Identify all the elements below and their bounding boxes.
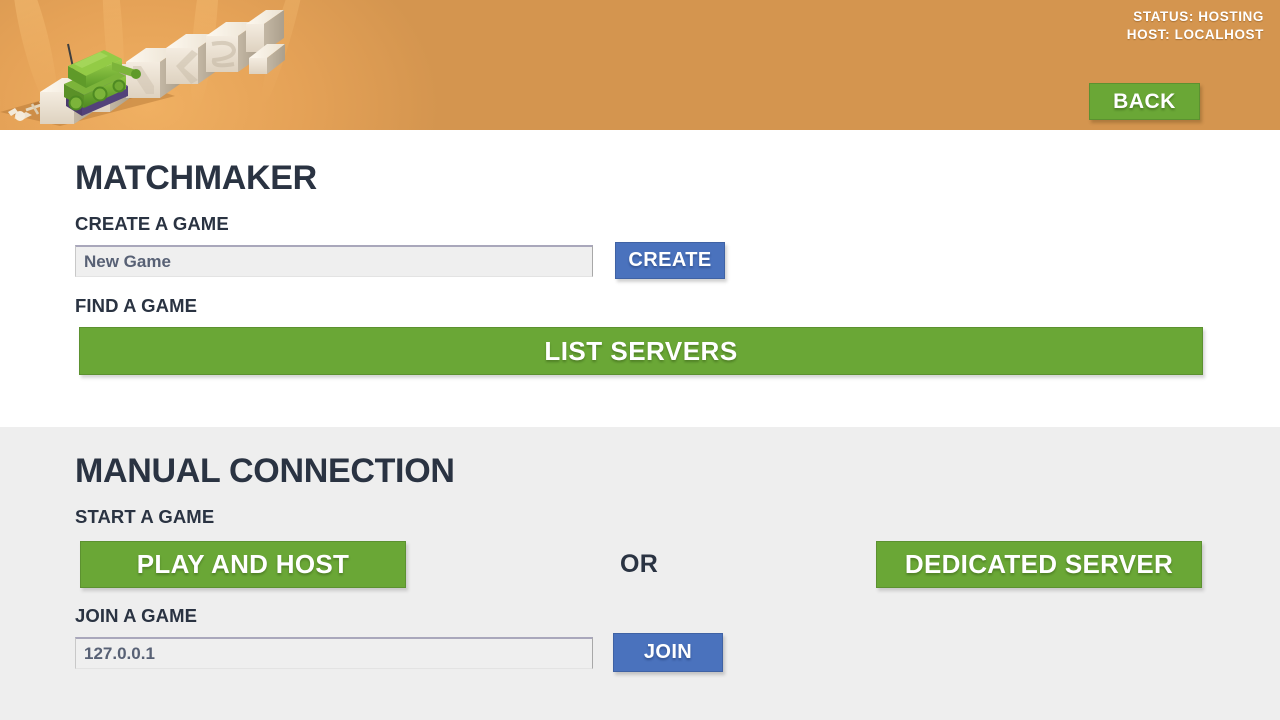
play-and-host-button-label: PLAY AND HOST bbox=[136, 548, 350, 579]
matchmaker-section: MATCHMAKER CREATE A GAME CREATE FIND A G… bbox=[0, 130, 1280, 427]
page-title: MATCHMAKER bbox=[75, 159, 317, 197]
game-name-input[interactable] bbox=[75, 245, 593, 278]
join-game-row: JOIN bbox=[75, 633, 1205, 673]
create-game-row: CREATE bbox=[75, 242, 1205, 280]
back-button-label: BACK bbox=[1113, 89, 1176, 113]
create-button-label: CREATE bbox=[628, 249, 712, 272]
status-line-status: STATUS: HOSTING bbox=[1133, 9, 1264, 24]
manual-connection-title: MANUAL CONNECTION bbox=[75, 452, 455, 490]
letter-exclamation bbox=[246, 10, 285, 74]
server-address-input[interactable] bbox=[75, 637, 593, 670]
join-button[interactable]: JOIN bbox=[613, 633, 723, 673]
app-header: STATUS: HOSTING HOST: LOCALHOST BACK bbox=[0, 0, 1280, 130]
tanks-logo bbox=[0, 0, 330, 130]
back-button[interactable]: BACK bbox=[1089, 83, 1200, 120]
dedicated-server-button-label: DEDICATED SERVER bbox=[904, 548, 1174, 579]
start-game-row: PLAY AND HOST OR DEDICATED SERVER bbox=[75, 539, 1205, 589]
join-button-label: JOIN bbox=[643, 641, 693, 664]
connection-status-block: STATUS: HOSTING HOST: LOCALHOST bbox=[1127, 8, 1264, 44]
list-servers-button-label: LIST SERVERS bbox=[544, 335, 738, 366]
play-and-host-button[interactable]: PLAY AND HOST bbox=[80, 540, 406, 588]
list-servers-button[interactable]: LIST SERVERS bbox=[79, 327, 1203, 376]
status-line-host: HOST: LOCALHOST bbox=[1126, 26, 1264, 42]
join-a-game-label: JOIN A GAME bbox=[75, 605, 198, 627]
tanks-logo-icon bbox=[0, 10, 285, 126]
create-button[interactable]: CREATE bbox=[615, 242, 725, 280]
create-a-game-label: CREATE A GAME bbox=[75, 213, 229, 235]
dedicated-server-button[interactable]: DEDICATED SERVER bbox=[876, 540, 1202, 588]
manual-connection-section: MANUAL CONNECTION START A GAME PLAY AND … bbox=[0, 427, 1280, 720]
or-separator-label: OR bbox=[620, 549, 659, 578]
start-a-game-label: START A GAME bbox=[75, 506, 215, 528]
find-a-game-label: FIND A GAME bbox=[75, 295, 198, 317]
